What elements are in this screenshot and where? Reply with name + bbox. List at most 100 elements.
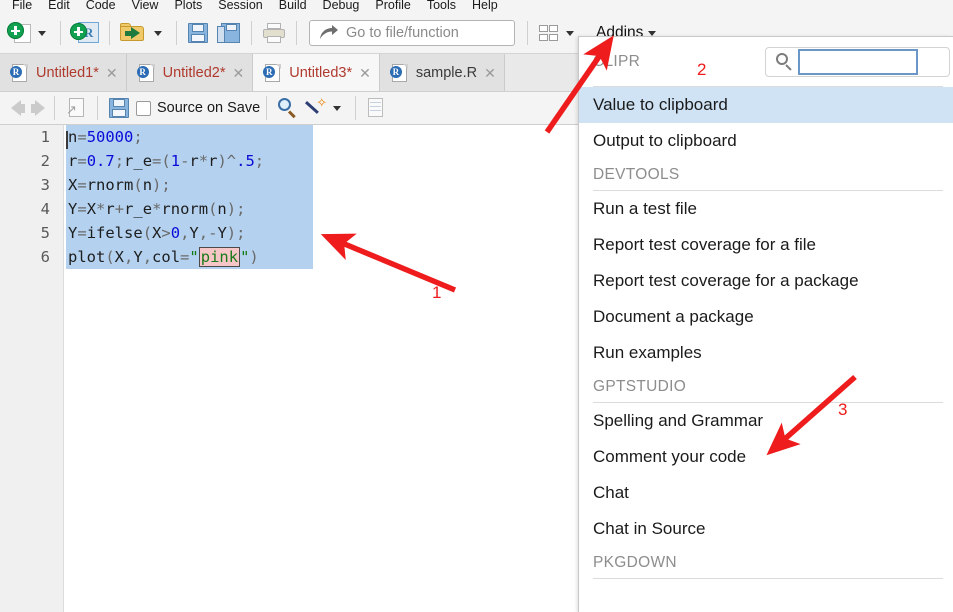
r-script-icon: R <box>136 63 156 83</box>
line-number: 5 <box>40 224 50 242</box>
code-line[interactable]: 2 r=0.7;r_e=(1-r*r)^.5; <box>41 149 578 173</box>
search-input[interactable] <box>798 49 918 75</box>
menu-item-document-a-package[interactable]: Document a package <box>579 299 953 335</box>
tab-close-icon[interactable]: ✕ <box>484 66 496 80</box>
menu-item-label: Value to clipboard <box>593 95 728 114</box>
menu-item-label: Run examples <box>593 343 702 362</box>
save-button[interactable] <box>183 17 213 49</box>
checkbox-box[interactable] <box>136 100 151 116</box>
menu-item-spelling-and-grammar[interactable]: Spelling and Grammar <box>579 403 953 439</box>
show-in-new-window-icon: ↗ <box>64 97 88 119</box>
toolbar-divider <box>266 96 268 120</box>
save-all-button[interactable] <box>213 17 245 49</box>
tab-close-icon[interactable]: ✕ <box>359 66 371 80</box>
chevron-down-icon[interactable] <box>566 30 574 36</box>
goto-arrow-icon <box>318 25 338 41</box>
menu-item-file[interactable]: File <box>4 0 40 14</box>
menu-item-report-test-coverage-package[interactable]: Report test coverage for a package <box>579 263 953 299</box>
menu-item-output-to-clipboard[interactable]: Output to clipboard <box>579 123 953 159</box>
find-replace-button[interactable] <box>273 92 301 124</box>
compile-report-button[interactable] <box>362 92 390 124</box>
menu-item-view[interactable]: View <box>124 0 167 14</box>
print-button[interactable] <box>258 17 290 49</box>
section-header-clipr: CLIPR <box>593 52 641 70</box>
menu-item-label: Spelling and Grammar <box>593 411 764 430</box>
print-icon <box>261 21 287 45</box>
toolbar-divider <box>527 21 528 45</box>
menu-item-chat-in-source[interactable]: Chat in Source <box>579 511 953 547</box>
menu-item-help[interactable]: Help <box>464 0 506 14</box>
section-divider <box>593 578 943 579</box>
new-project-button[interactable]: R <box>67 17 103 49</box>
code-line[interactable]: 5 Y=ifelse(X>0,Y,-Y); <box>41 221 578 245</box>
menu-item-plots[interactable]: Plots <box>166 0 210 14</box>
forward-button[interactable] <box>28 92 48 124</box>
menu-item-chat[interactable]: Chat <box>579 475 953 511</box>
tab-label: sample.R <box>415 64 478 81</box>
code-tools-button[interactable]: ✧ <box>301 92 349 124</box>
menu-item-label: Document a package <box>593 307 754 326</box>
menu-item-edit[interactable]: Edit <box>40 0 78 14</box>
section-header-pkgdown: PKGDOWN <box>593 553 677 571</box>
menu-item-run-a-test-file[interactable]: Run a test file <box>579 191 953 227</box>
show-in-new-window-button[interactable]: ↗ <box>61 92 91 124</box>
back-button[interactable] <box>8 92 28 124</box>
chevron-down-icon[interactable] <box>333 105 342 111</box>
new-file-button[interactable] <box>4 17 54 49</box>
pane-layout-icon <box>537 23 561 43</box>
toolbar-divider <box>109 21 110 45</box>
toolbar-divider <box>97 96 98 120</box>
menu-item-profile[interactable]: Profile <box>367 0 418 14</box>
menu-item-session[interactable]: Session <box>210 0 270 14</box>
editor-save-button[interactable] <box>104 92 134 124</box>
editor-toolbar: ↗ Source on Save ✧ <box>0 92 578 125</box>
chevron-down-icon[interactable] <box>154 30 162 36</box>
rstudio-window: File Edit Code View Plots Session Build … <box>0 0 953 612</box>
pane-layout-button[interactable] <box>534 17 582 49</box>
r-script-icon: R <box>263 63 282 83</box>
menu-item-label: Run a test file <box>593 199 697 218</box>
menu-item-label: Chat in Source <box>593 519 706 538</box>
toolbar-divider <box>60 21 61 45</box>
menu-item-tools[interactable]: Tools <box>419 0 464 14</box>
tab-label: Untitled3* <box>289 64 353 81</box>
code-text: Y=ifelse(X>0,Y,-Y); <box>68 224 246 242</box>
save-all-icon <box>216 21 242 45</box>
forward-arrow-icon <box>35 100 45 116</box>
menu-item-comment-your-code[interactable]: Comment your code <box>579 439 953 475</box>
code-text: X=rnorm(n); <box>68 176 171 194</box>
menu-item-label: Chat <box>593 483 629 502</box>
open-file-button[interactable] <box>116 17 170 49</box>
tab-close-icon[interactable]: ✕ <box>106 66 118 80</box>
tab-untitled1[interactable]: R Untitled1* ✕ <box>0 54 127 91</box>
menu-item-debug[interactable]: Debug <box>315 0 368 14</box>
menu-item-run-examples[interactable]: Run examples <box>579 335 953 371</box>
menu-item-label: Report test coverage for a package <box>593 271 859 290</box>
chevron-down-icon[interactable] <box>648 30 657 36</box>
section-header-devtools: DEVTOOLS <box>593 165 680 183</box>
menu-item-value-to-clipboard[interactable]: Value to clipboard <box>579 87 953 123</box>
source-on-save-checkbox[interactable]: Source on Save <box>136 100 260 116</box>
goto-file-function-input[interactable]: Go to file/function <box>309 20 515 46</box>
code-area[interactable]: 1 n=50000; 2 r=0.7;r_e=(1-r*r)^.5; 3 X=r… <box>41 125 578 612</box>
code-line[interactable]: 1 n=50000; <box>41 125 578 149</box>
code-line[interactable]: 6 plot(X,Y,col=" pink ") <box>41 245 578 269</box>
code-line[interactable]: 4 Y=X*r+r_e*rnorm(n); <box>41 197 578 221</box>
tab-untitled2[interactable]: R Untitled2* ✕ <box>126 54 254 91</box>
line-number: 6 <box>40 248 50 266</box>
code-editor[interactable]: 1 n=50000; 2 r=0.7;r_e=(1-r*r)^.5; 3 X=r… <box>0 125 578 612</box>
goto-file-placeholder: Go to file/function <box>346 25 459 41</box>
addins-search-box[interactable] <box>765 47 950 77</box>
menu-item-report-test-coverage-file[interactable]: Report test coverage for a file <box>579 227 953 263</box>
tab-sample-r[interactable]: R sample.R ✕ <box>379 54 505 91</box>
tab-close-icon[interactable]: ✕ <box>232 66 244 80</box>
back-arrow-icon <box>11 100 21 116</box>
toolbar-divider <box>54 96 55 120</box>
code-text: plot(X,Y,col=" pink ") <box>68 247 259 267</box>
code-line[interactable]: 3 X=rnorm(n); <box>41 173 578 197</box>
menu-item-code[interactable]: Code <box>78 0 124 14</box>
chevron-down-icon[interactable] <box>38 30 46 36</box>
tab-untitled3[interactable]: R Untitled3* ✕ <box>253 54 380 91</box>
menu-item-build[interactable]: Build <box>271 0 315 14</box>
find-replace-icon <box>276 97 298 119</box>
